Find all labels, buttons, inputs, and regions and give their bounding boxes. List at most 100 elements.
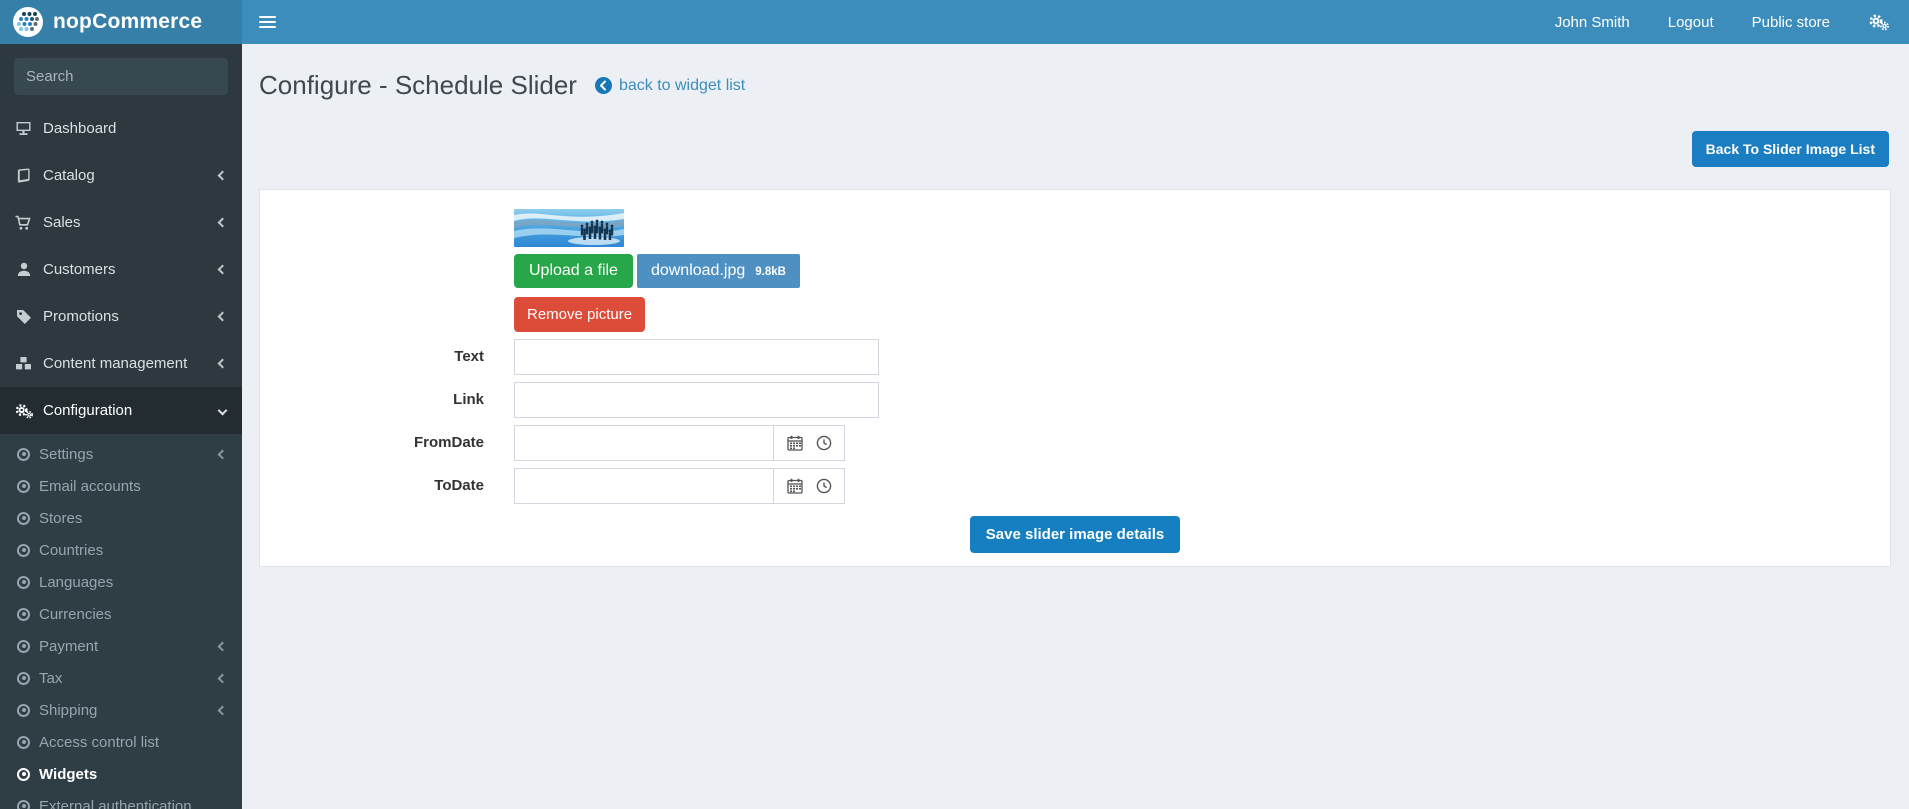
sidebar-item-shipping[interactable]: Shipping [0, 694, 242, 726]
circle-dot-icon [17, 735, 30, 749]
gears-icon [14, 403, 33, 419]
circle-dot-icon [17, 799, 30, 809]
chevron-left-icon [217, 311, 228, 322]
sidebar-item-content-management[interactable]: Content management [0, 340, 242, 387]
sidebar-item-sales[interactable]: Sales [0, 199, 242, 246]
todate-field-label: ToDate [434, 477, 484, 494]
fromdate-picker-addon [773, 425, 845, 461]
save-slider-image-details-button[interactable]: Save slider image details [969, 516, 1181, 553]
sub-item-label: Email accounts [39, 477, 141, 495]
clock-icon[interactable] [816, 435, 832, 451]
circle-dot-icon [17, 639, 30, 653]
circle-dot-icon [17, 671, 30, 685]
todate-input[interactable] [514, 468, 774, 504]
link-input[interactable] [514, 382, 879, 418]
calendar-icon[interactable] [786, 478, 803, 494]
sub-item-label: Access control list [39, 733, 160, 751]
upload-file-button[interactable]: Upload a file [514, 254, 633, 288]
sub-item-label: Tax [39, 669, 63, 687]
sidebar-item-languages[interactable]: Languages [0, 566, 242, 598]
sidebar-search [14, 58, 228, 95]
sidebar: Dashboard Catalog Sales Custo [0, 44, 242, 809]
sidebar-toggle-button[interactable] [242, 0, 292, 44]
text-field-label: Text [454, 348, 484, 365]
chevron-left-icon [217, 170, 228, 181]
chevron-left-icon [217, 705, 228, 715]
sidebar-item-label: Promotions [43, 308, 119, 325]
sidebar-item-currencies[interactable]: Currencies [0, 598, 242, 630]
top-navbar: John Smith Logout Public store [242, 0, 1909, 44]
sidebar-item-promotions[interactable]: Promotions [0, 293, 242, 340]
sidebar-item-label: Catalog [43, 167, 95, 184]
sidebar-item-label: Content management [43, 355, 188, 372]
sidebar-item-access-control-list[interactable]: Access control list [0, 726, 242, 758]
book-icon [14, 168, 33, 183]
logout-link[interactable]: Logout [1649, 0, 1733, 44]
nopcommerce-ball-icon [12, 6, 44, 38]
circle-dot-icon [17, 543, 30, 557]
sidebar-item-external-authentication[interactable]: External authentication [0, 790, 242, 809]
sidebar-item-label: Configuration [43, 402, 133, 419]
file-size-badge: 9.8kB [755, 266, 786, 278]
brand-logo[interactable]: nopCommerce [0, 0, 242, 44]
user-name-link[interactable]: John Smith [1536, 0, 1649, 44]
chevron-left-icon [217, 449, 228, 459]
search-input[interactable] [14, 68, 228, 85]
chevron-left-icon [217, 264, 228, 275]
text-input[interactable] [514, 339, 879, 375]
back-to-slider-image-list-button[interactable]: Back To Slider Image List [1691, 131, 1889, 167]
sidebar-menu: Dashboard Catalog Sales Customers Promot… [0, 105, 242, 434]
user-icon [14, 262, 33, 277]
back-link-label: back to widget list [618, 76, 746, 94]
chevron-left-icon [217, 358, 228, 369]
sidebar-item-label: Dashboard [43, 120, 117, 137]
sidebar-item-payment[interactable]: Payment [0, 630, 242, 662]
remove-picture-button[interactable]: Remove picture [514, 297, 646, 332]
sub-item-label: Languages [39, 573, 114, 591]
back-to-widget-list-link[interactable]: back to widget list [594, 76, 746, 95]
chevron-left-icon [217, 217, 228, 228]
monitor-icon [14, 121, 33, 136]
back-circle-icon [594, 77, 612, 94]
sidebar-item-settings[interactable]: Settings [0, 438, 242, 470]
sub-item-label: Shipping [39, 701, 98, 719]
page-title: Configure - Schedule Slider [259, 70, 577, 100]
circle-dot-icon [17, 575, 30, 589]
circle-dot-icon [17, 767, 30, 781]
link-field-label: Link [453, 391, 484, 408]
slider-image-form-card: Upload a file download.jpg 9.8kB Remove … [259, 189, 1891, 567]
calendar-icon[interactable] [786, 435, 803, 451]
sidebar-item-countries[interactable]: Countries [0, 534, 242, 566]
clock-icon[interactable] [816, 478, 832, 494]
slider-image-thumbnail [514, 209, 624, 247]
circle-dot-icon [17, 511, 30, 525]
sidebar-item-email-accounts[interactable]: Email accounts [0, 470, 242, 502]
sidebar-item-tax[interactable]: Tax [0, 662, 242, 694]
chevron-left-icon [217, 641, 228, 651]
top-bar: nopCommerce John Smith Logout Public sto… [0, 0, 1909, 44]
sub-item-label: Currencies [39, 605, 112, 623]
uploaded-file-chip[interactable]: download.jpg 9.8kB [636, 254, 800, 288]
configuration-submenu: Settings Email accounts Stores Countries… [0, 434, 242, 809]
sidebar-item-customers[interactable]: Customers [0, 246, 242, 293]
sidebar-item-widgets[interactable]: Widgets [0, 758, 242, 790]
sub-item-label: Settings [39, 445, 94, 463]
sidebar-item-stores[interactable]: Stores [0, 502, 242, 534]
cubes-icon [14, 356, 33, 371]
circle-dot-icon [17, 447, 30, 461]
sidebar-item-label: Customers [43, 261, 116, 278]
sub-item-label: Stores [39, 509, 83, 527]
settings-gears-icon[interactable] [1849, 0, 1909, 44]
todate-picker-addon [773, 468, 845, 504]
sidebar-item-catalog[interactable]: Catalog [0, 152, 242, 199]
sub-item-label: Countries [39, 541, 104, 559]
brand-name: nopCommerce [53, 10, 203, 33]
sidebar-item-dashboard[interactable]: Dashboard [0, 105, 242, 152]
chevron-down-icon [217, 405, 228, 416]
file-name: download.jpg [650, 262, 746, 279]
circle-dot-icon [17, 479, 30, 493]
sidebar-item-configuration[interactable]: Configuration [0, 387, 242, 434]
picture-label [260, 209, 514, 218]
public-store-link[interactable]: Public store [1733, 0, 1849, 44]
fromdate-input[interactable] [514, 425, 774, 461]
